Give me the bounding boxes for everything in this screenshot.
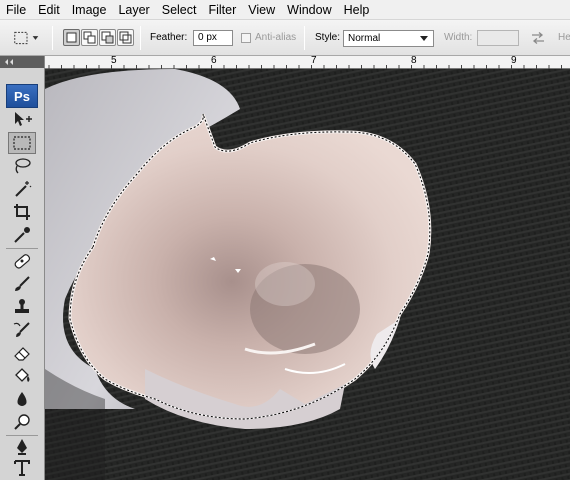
menu-select[interactable]: Select	[156, 0, 203, 20]
type-tool[interactable]	[8, 457, 36, 479]
ruler-ticks	[48, 65, 562, 69]
magic-wand-tool[interactable]	[8, 178, 36, 200]
separator	[140, 26, 141, 50]
move-icon	[15, 112, 32, 126]
horizontal-ruler[interactable]: 5 6 7 8 9	[45, 55, 570, 69]
collapse-icon[interactable]	[4, 57, 18, 67]
document-canvas[interactable]	[45, 69, 570, 480]
divider	[6, 248, 38, 249]
menu-edit[interactable]: Edit	[32, 0, 66, 20]
dodge-tool[interactable]	[8, 411, 36, 433]
ruler-label-7: 7	[311, 55, 317, 66]
separator	[52, 26, 53, 50]
pen-icon	[17, 439, 27, 455]
toolbox-header[interactable]	[0, 56, 44, 68]
add-selection-icon	[83, 31, 96, 44]
move-tool[interactable]	[8, 108, 36, 130]
ruler-label-9: 9	[511, 55, 517, 66]
history-brush-tool[interactable]	[8, 319, 36, 341]
ruler-label-6: 6	[211, 55, 217, 66]
menu-bar: File Edit Image Layer Select Filter View…	[0, 0, 570, 20]
antialias-checkbox[interactable]	[241, 33, 251, 43]
healing-brush-icon	[14, 254, 31, 269]
lasso-icon	[15, 158, 31, 174]
blur-icon	[17, 392, 27, 406]
subtract-selection-icon	[101, 31, 114, 44]
crop-tool[interactable]	[8, 201, 36, 223]
height-label: He	[558, 32, 570, 43]
menu-help[interactable]: Help	[338, 0, 376, 20]
eraser-icon	[14, 347, 30, 361]
menu-layer[interactable]: Layer	[112, 0, 155, 20]
dodge-icon	[14, 414, 30, 430]
brush-icon	[15, 276, 30, 291]
brush-tool[interactable]	[8, 273, 36, 295]
menu-window[interactable]: Window	[281, 0, 337, 20]
lasso-tool[interactable]	[8, 155, 36, 177]
clone-stamp-tool[interactable]	[8, 296, 36, 318]
eyedropper-tool[interactable]	[8, 224, 36, 246]
rect-marquee-icon	[14, 31, 39, 45]
style-select-value: Normal	[348, 33, 381, 44]
paint-bucket-tool[interactable]	[8, 365, 36, 387]
rect-marquee-tool[interactable]	[8, 132, 36, 154]
intersect-selection-button[interactable]	[117, 29, 134, 46]
eggshell-photo	[45, 69, 570, 480]
antialias-label: Anti-alias	[255, 32, 297, 43]
ruler-label-5: 5	[111, 55, 117, 66]
width-input[interactable]	[477, 30, 519, 46]
feather-label: Feather:	[150, 32, 188, 43]
menu-image[interactable]: Image	[66, 0, 113, 20]
eyedropper-icon	[14, 227, 30, 243]
style-select[interactable]: Normal	[343, 30, 434, 47]
type-icon	[14, 460, 30, 476]
add-selection-button[interactable]	[81, 29, 98, 46]
pen-tool[interactable]	[8, 436, 36, 458]
style-label: Style:	[315, 32, 341, 43]
ruler-label-8: 8	[411, 55, 417, 66]
history-brush-icon	[13, 322, 30, 337]
swap-dimensions-icon[interactable]	[531, 32, 545, 44]
clone-stamp-icon	[15, 299, 29, 313]
paint-bucket-icon	[15, 368, 30, 382]
chevron-down-icon	[420, 36, 428, 41]
crop-icon	[14, 204, 30, 220]
feather-input[interactable]: 0 px	[193, 30, 233, 46]
separator	[304, 26, 305, 50]
new-selection-icon	[66, 32, 77, 43]
eraser-tool[interactable]	[8, 342, 36, 364]
intersect-selection-icon	[119, 31, 132, 44]
tool-preset-picker[interactable]	[10, 28, 44, 48]
rect-marquee-icon	[13, 136, 31, 150]
new-selection-button[interactable]	[63, 29, 80, 46]
menu-view[interactable]: View	[242, 0, 281, 20]
menu-file[interactable]: File	[0, 0, 32, 20]
blur-tool[interactable]	[8, 388, 36, 410]
healing-brush-tool[interactable]	[8, 250, 36, 272]
magic-wand-icon	[15, 181, 32, 197]
options-bar: Feather: 0 px Anti-alias Style: Normal W…	[0, 20, 570, 56]
menu-filter[interactable]: Filter	[202, 0, 242, 20]
subtract-selection-button[interactable]	[99, 29, 116, 46]
width-label: Width:	[444, 32, 473, 43]
toolbox: Ps	[0, 56, 45, 480]
ps-logo[interactable]: Ps	[6, 84, 38, 108]
